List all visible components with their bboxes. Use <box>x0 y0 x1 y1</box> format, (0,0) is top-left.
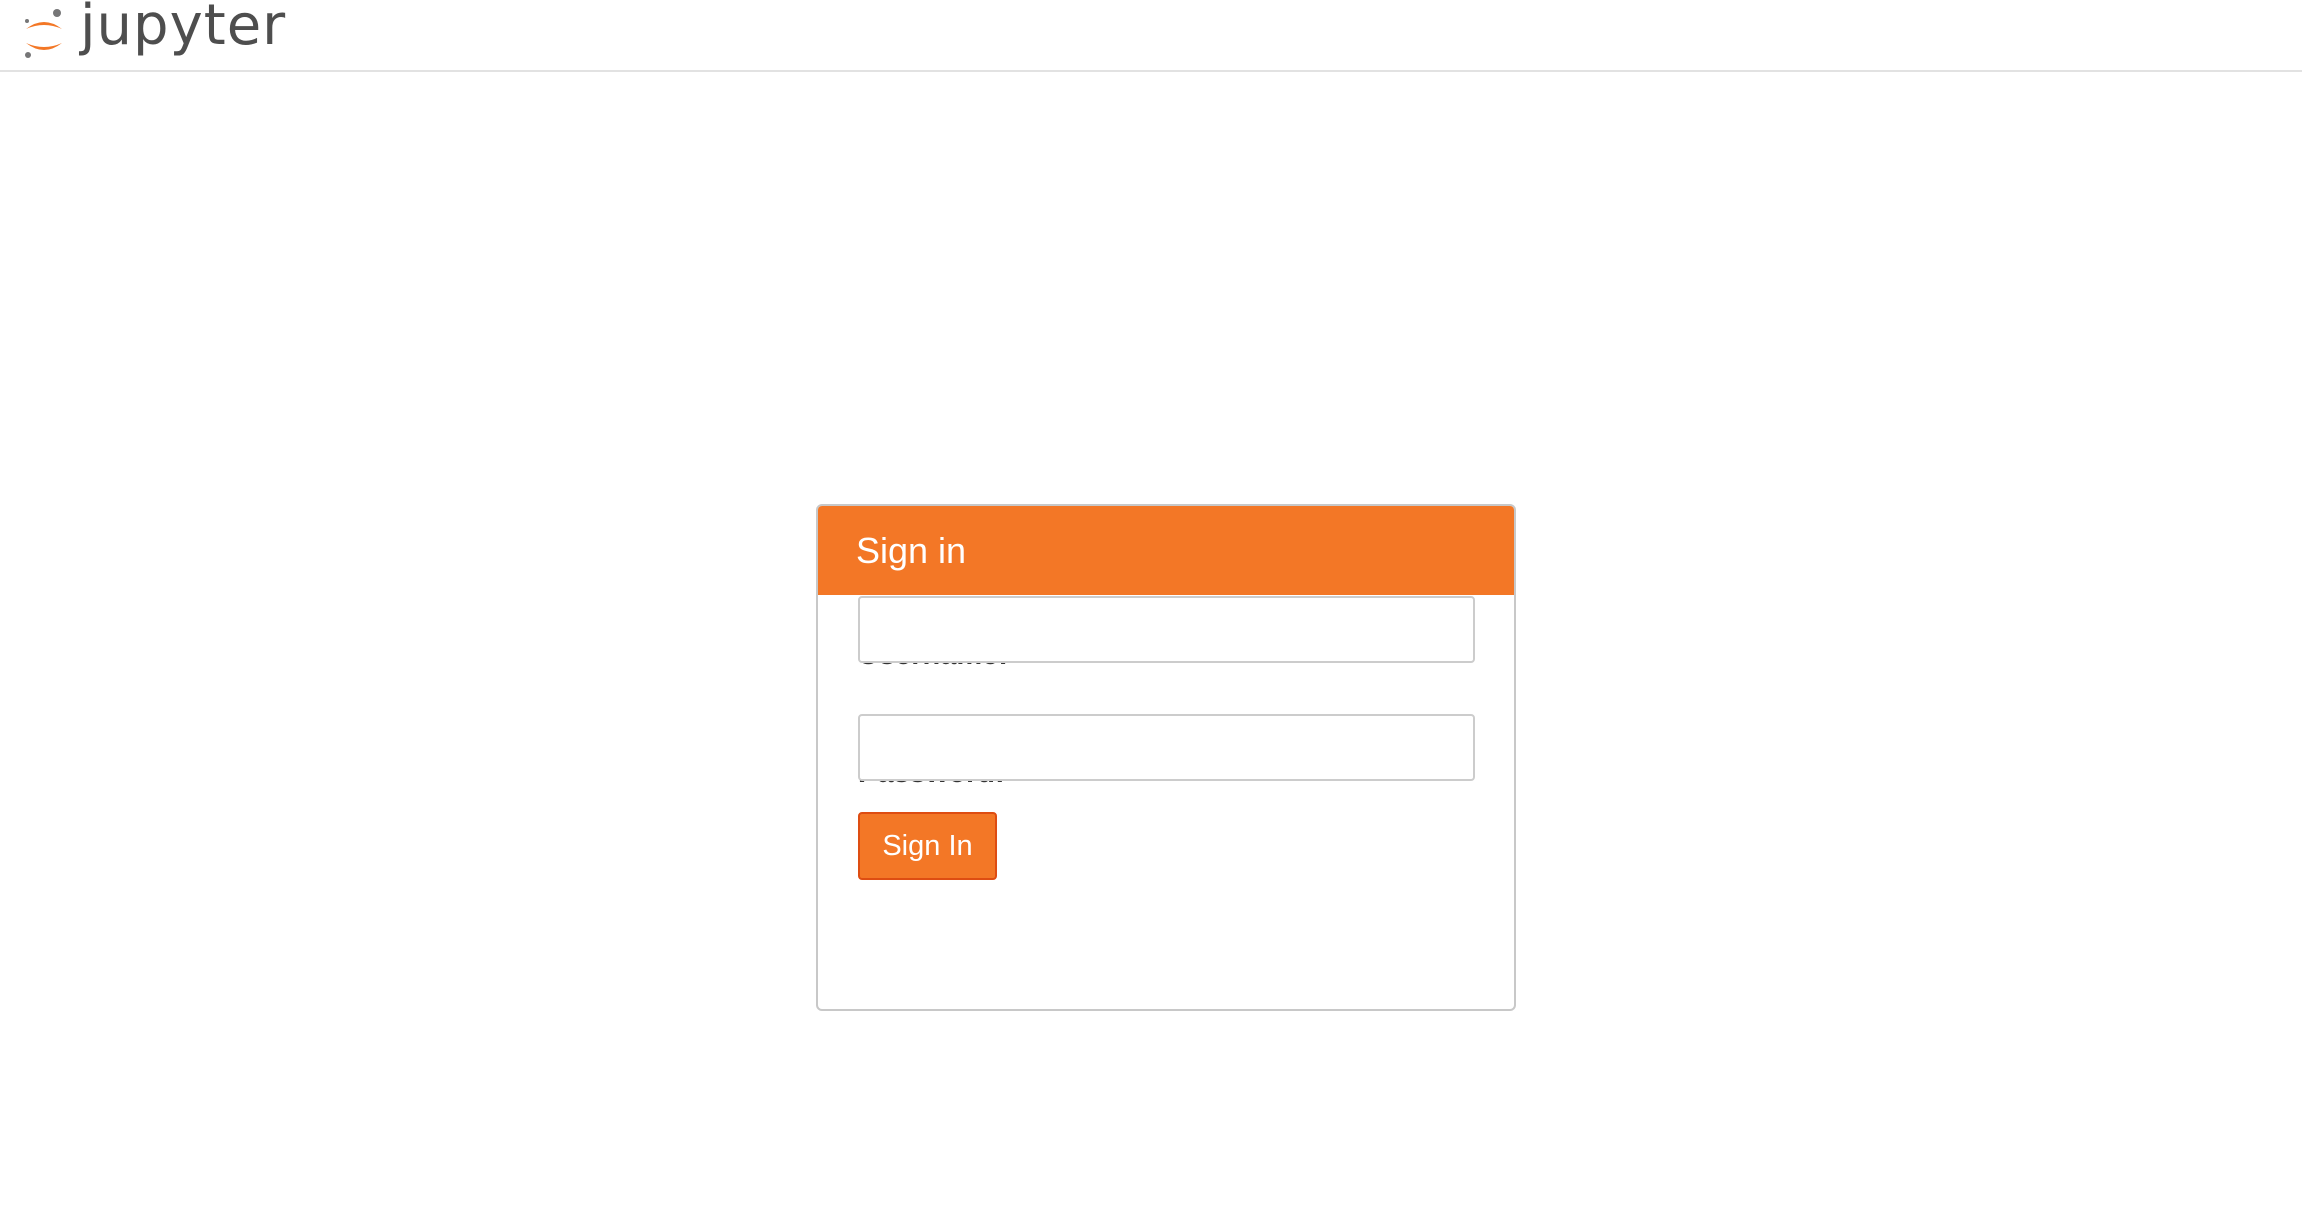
login-panel: Sign in Username: Password: Sign In <box>816 504 1516 1011</box>
login-panel-title: Sign in <box>818 506 1514 595</box>
jupyter-logo[interactable]: jupyter <box>22 0 287 66</box>
password-input[interactable] <box>858 714 1475 781</box>
site-header: jupyter <box>0 0 2302 72</box>
jupyter-logo-text: jupyter <box>80 0 287 58</box>
sign-in-button[interactable]: Sign In <box>858 812 997 880</box>
jupyter-logo-icon <box>25 9 62 58</box>
username-input[interactable] <box>858 596 1475 663</box>
